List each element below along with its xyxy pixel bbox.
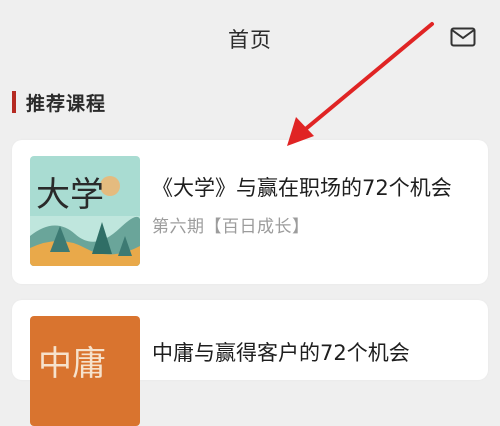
course-cover: 中庸 [30,316,140,426]
page-title: 首页 [228,28,272,52]
course-title: 《大学》与赢在职场的72个机会 [152,176,452,200]
course-title: 中庸与赢得客户的72个机会 [152,341,410,365]
cover-text: 大学 [36,175,104,215]
cover-text: 中庸 [38,344,106,384]
mail-icon[interactable] [450,27,476,47]
section-title: 推荐课程 [26,92,107,115]
course-subtitle: 第六期【百日成长】 [152,217,310,237]
top-bar: 首页 [0,0,500,78]
section-accent-bar [12,91,16,113]
course-card[interactable]: 中庸 中庸与赢得客户的72个机会 [12,300,488,426]
section-header: 推荐课程 [12,90,107,115]
course-card[interactable]: 大学 《大学》与赢在职场的72个机会 第六期【百日成长】 [12,140,488,284]
course-cover: 大学 [30,156,140,266]
